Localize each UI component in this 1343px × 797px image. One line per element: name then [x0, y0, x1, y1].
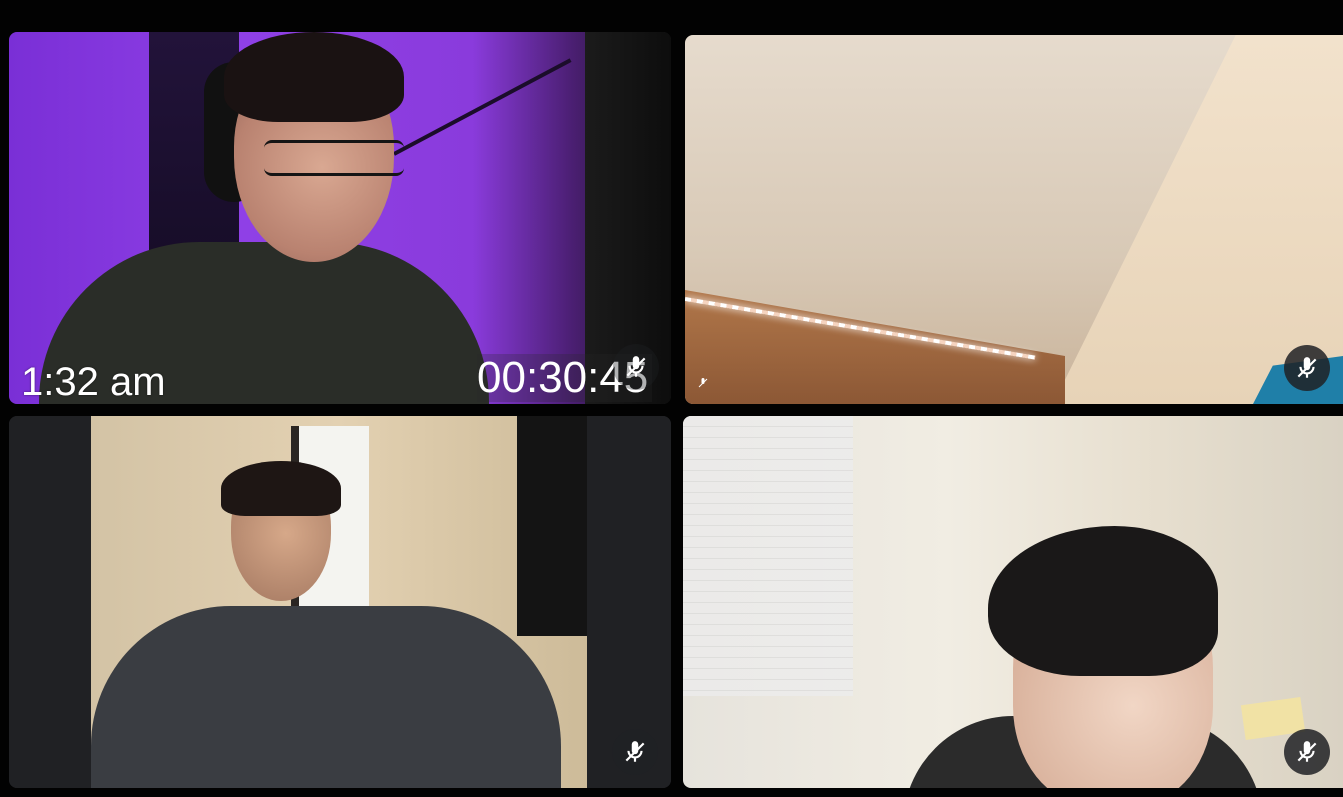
participant-tile-1[interactable]: 1:32 am 00:30:45	[9, 32, 671, 404]
participant-video-4	[683, 416, 1343, 788]
video-call-grid: 1:32 am 00:30:45	[0, 0, 1343, 797]
mic-off-icon[interactable]	[1284, 345, 1330, 391]
participant-video-1	[9, 32, 671, 404]
participant-tile-4[interactable]	[683, 416, 1343, 788]
mic-off-icon[interactable]	[612, 729, 658, 775]
participant-video-3	[9, 416, 671, 788]
mic-off-small-icon	[697, 377, 709, 392]
mic-off-icon[interactable]	[1284, 729, 1330, 775]
participant-video-2	[685, 35, 1343, 404]
participant-tile-2[interactable]	[685, 35, 1343, 404]
participant-tile-3[interactable]	[9, 416, 671, 788]
clock-overlay: 1:32 am	[21, 360, 166, 404]
mic-off-icon[interactable]	[613, 344, 659, 390]
